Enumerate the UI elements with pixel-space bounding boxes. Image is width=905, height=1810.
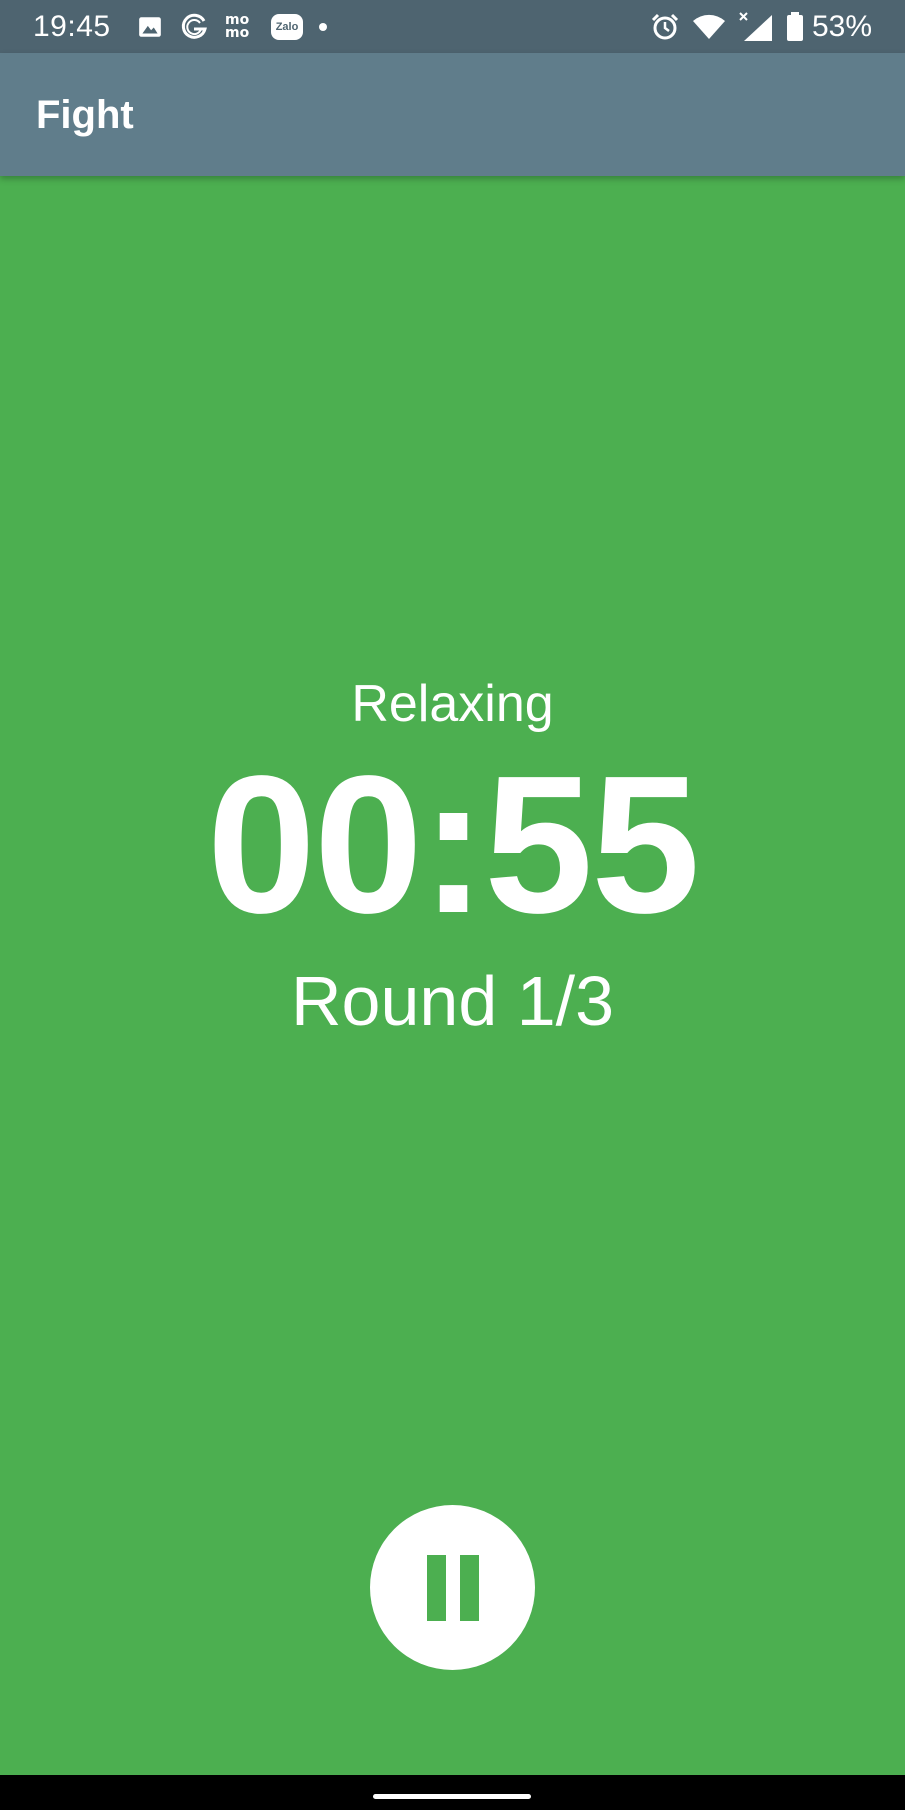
home-indicator[interactable]: [373, 1794, 531, 1799]
status-icons-left: mo mo Zalo: [137, 9, 343, 45]
status-time: 19:45: [33, 10, 111, 43]
wifi-icon: [692, 12, 726, 42]
status-bar: 19:45 mo mo Zalo 53%: [0, 0, 905, 53]
app-bar: Fight: [0, 53, 905, 176]
signal-icon: [738, 11, 774, 43]
timer-screen: 19:45 mo mo Zalo 53% Fight Relaxing 00:5…: [0, 0, 905, 1810]
navigation-bar: [0, 1775, 905, 1810]
battery-percent: 53%: [811, 10, 872, 43]
pause-button[interactable]: [370, 1505, 535, 1670]
round-label: Round 1/3: [290, 962, 615, 1040]
zalo-icon: Zalo: [271, 14, 303, 40]
battery-icon: [786, 12, 804, 42]
pause-icon: [420, 1554, 486, 1621]
notification-dot-icon: [319, 23, 327, 31]
zalo-label: Zalo: [275, 21, 299, 33]
app-title: Fight: [36, 93, 134, 137]
phase-label: Relaxing: [351, 675, 554, 733]
momo-label-bottom: mo: [225, 25, 250, 41]
timer-display: 00:55: [206, 735, 700, 954]
gallery-icon: [137, 14, 163, 40]
g-icon: [179, 12, 209, 42]
alarm-icon: [650, 12, 680, 42]
status-icons-right: 53%: [638, 9, 872, 45]
momo-icon: mo mo: [225, 13, 255, 41]
